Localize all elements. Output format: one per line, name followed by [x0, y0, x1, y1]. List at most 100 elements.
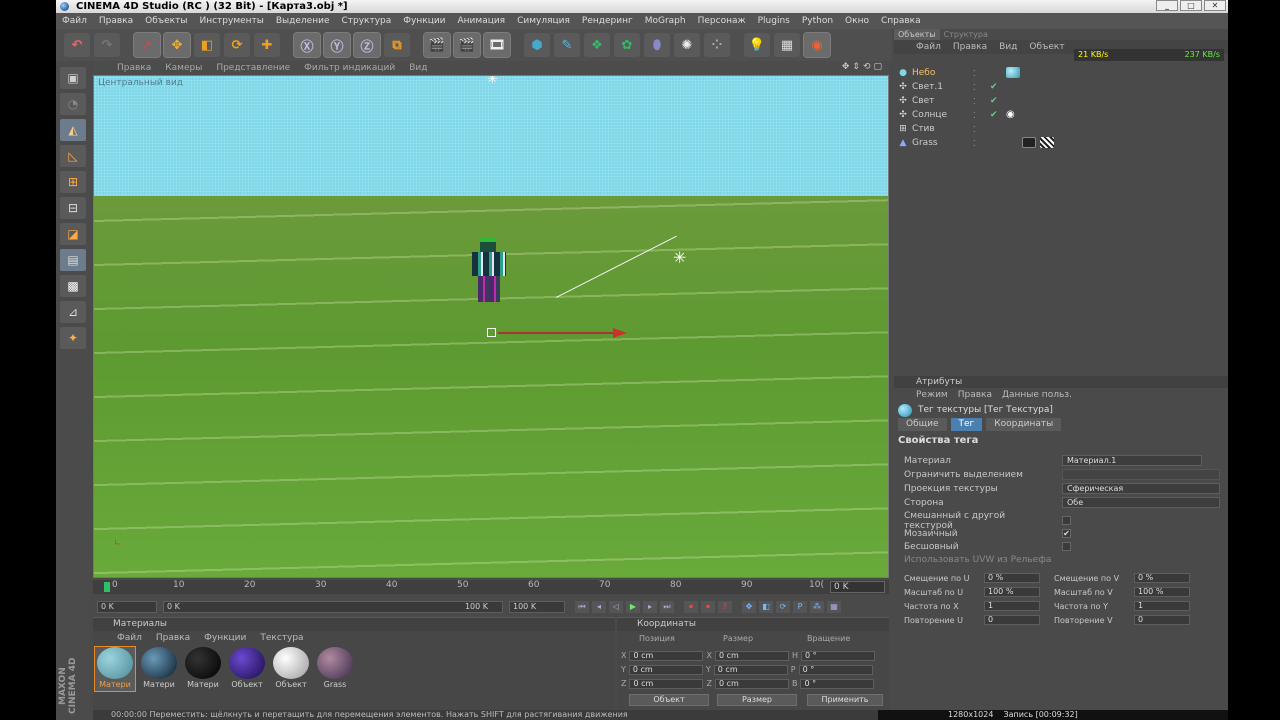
- menu-functions[interactable]: Функции: [403, 16, 445, 26]
- visibility-dots[interactable]: ⁚: [973, 125, 976, 134]
- deformer-icon[interactable]: ⬮: [644, 33, 670, 57]
- object-row-grass[interactable]: ▲ Grass ⁚: [894, 136, 1228, 150]
- menu-mograph[interactable]: MoGraph: [645, 16, 686, 26]
- material-link-field[interactable]: Материал.1: [1062, 455, 1202, 466]
- start-frame-field[interactable]: 0 K: [97, 601, 157, 613]
- workplane-icon[interactable]: ⊿: [60, 301, 86, 323]
- prev-key-button[interactable]: ◂: [592, 601, 606, 613]
- menu-character[interactable]: Персонаж: [698, 16, 746, 26]
- attr-menu-edit[interactable]: Правка: [958, 388, 992, 402]
- array-icon[interactable]: ✿: [614, 33, 640, 57]
- materials-menu-edit[interactable]: Правка: [156, 631, 190, 645]
- checkerboard-icon[interactable]: ▩: [60, 275, 86, 297]
- menu-render[interactable]: Рендеринг: [582, 16, 633, 26]
- position-x-field[interactable]: 0 cm: [629, 650, 704, 661]
- render-picture-viewer-icon[interactable]: 🎬: [453, 32, 481, 58]
- size-x-field[interactable]: 0 cm: [714, 650, 789, 661]
- grid-table-icon[interactable]: ▦: [774, 33, 800, 57]
- freq-x-field[interactable]: 1: [984, 601, 1040, 611]
- offset-u-field[interactable]: 0 %: [984, 573, 1040, 583]
- play-backward-button[interactable]: ◁: [609, 601, 623, 613]
- object-row-light[interactable]: ✣ Свет ⁚ ✔: [894, 94, 1228, 108]
- scale-key-icon[interactable]: ◧: [759, 601, 773, 613]
- offset-v-field[interactable]: 0 %: [1134, 573, 1190, 583]
- uvw-tag-icon[interactable]: [1040, 137, 1054, 148]
- material-swatch[interactable]: Объект: [271, 647, 311, 691]
- cube-icon[interactable]: ⬢: [524, 33, 550, 57]
- tab-coordinates[interactable]: Координаты: [986, 418, 1062, 431]
- material-swatch[interactable]: Матери: [94, 646, 136, 692]
- coordinate-mode-dropdown[interactable]: Объект: [629, 694, 709, 706]
- tab-basic[interactable]: Общие: [898, 418, 947, 431]
- rotate-tool-icon[interactable]: ⟳: [224, 33, 250, 57]
- redo-button[interactable]: ↷: [94, 33, 120, 57]
- object-origin-handle[interactable]: [487, 328, 496, 337]
- timeline-ruler[interactable]: 0 10 20 30 40 50 60 70 80 90 10( 0 K: [93, 580, 889, 594]
- steve-character-model[interactable]: [468, 236, 510, 306]
- object-mode-icon[interactable]: ◭: [60, 119, 86, 141]
- maximize-button[interactable]: □: [1180, 0, 1202, 11]
- menu-plugins[interactable]: Plugins: [758, 16, 790, 26]
- pla-key-icon[interactable]: ⁂: [810, 601, 824, 613]
- autokey-icon[interactable]: ⏺: [701, 601, 715, 613]
- visibility-dots[interactable]: ⁚: [973, 97, 976, 106]
- size-mode-dropdown[interactable]: Размер: [717, 694, 797, 706]
- render-sphere-icon[interactable]: ◉: [803, 32, 831, 58]
- minimize-button[interactable]: _: [1156, 0, 1178, 11]
- repeat-v-field[interactable]: 0: [1134, 615, 1190, 625]
- materials-menu-functions[interactable]: Функции: [204, 631, 246, 645]
- enabled-check-icon[interactable]: ✔: [990, 96, 998, 106]
- x-axis-lock-icon[interactable]: Ⓧ: [293, 32, 321, 58]
- light-gizmo-icon[interactable]: ✳: [487, 76, 498, 87]
- repeat-u-field[interactable]: 0: [984, 615, 1040, 625]
- model-mode-icon[interactable]: ◔: [60, 93, 86, 115]
- projection-dropdown[interactable]: Сферическая: [1062, 483, 1220, 494]
- objects-menu-edit[interactable]: Правка: [953, 40, 987, 54]
- coordinate-system-icon[interactable]: ⧉: [384, 33, 410, 57]
- nurbs-icon[interactable]: ❖: [584, 33, 610, 57]
- y-axis-lock-icon[interactable]: Ⓨ: [323, 32, 351, 58]
- objects-menu-file[interactable]: Файл: [916, 40, 941, 54]
- edges-mode-icon[interactable]: ⊟: [60, 197, 86, 219]
- texture-tag-icon[interactable]: [1006, 67, 1020, 78]
- objects-menu-object[interactable]: Объект: [1029, 40, 1064, 54]
- snap-icon[interactable]: ✦: [60, 327, 86, 349]
- points-mode-icon[interactable]: ⊞: [60, 171, 86, 193]
- objects-menu-view[interactable]: Вид: [999, 40, 1017, 54]
- menu-edit[interactable]: Правка: [99, 16, 133, 26]
- material-swatch[interactable]: Матери: [139, 647, 179, 691]
- object-row-sky[interactable]: ● Небо ⁚: [894, 66, 1228, 80]
- viewport-menu-display[interactable]: Представление: [216, 63, 290, 73]
- object-row-light1[interactable]: ✣ Свет.1 ⁚ ✔: [894, 80, 1228, 94]
- texture-mode-icon[interactable]: ◺: [60, 145, 86, 167]
- keyframe-selection-icon[interactable]: ?: [718, 601, 732, 613]
- seamless-checkbox[interactable]: [1062, 542, 1071, 551]
- apply-button[interactable]: Применить: [807, 694, 883, 706]
- material-swatch[interactable]: Матери: [183, 647, 223, 691]
- playhead-slider[interactable]: [104, 582, 110, 592]
- current-frame-field[interactable]: 0 K: [830, 581, 885, 593]
- rotation-b-field[interactable]: 0 °: [800, 678, 875, 689]
- menu-file[interactable]: Файл: [62, 16, 87, 26]
- menu-simulation[interactable]: Симуляция: [517, 16, 570, 26]
- materials-menu-texture[interactable]: Текстура: [260, 631, 303, 645]
- viewport-menu-view[interactable]: Вид: [409, 63, 427, 73]
- tab-objects[interactable]: Объекты: [894, 29, 940, 40]
- z-axis-lock-icon[interactable]: Ⓩ: [353, 32, 381, 58]
- close-button[interactable]: ✕: [1204, 0, 1226, 11]
- timeline-settings-icon[interactable]: ▦: [827, 601, 841, 613]
- light-bulb-icon[interactable]: 💡: [744, 33, 770, 57]
- position-z-field[interactable]: 0 cm: [629, 678, 704, 689]
- scale-v-field[interactable]: 100 %: [1134, 587, 1190, 597]
- particles-icon[interactable]: ⁘: [704, 33, 730, 57]
- rotation-key-icon[interactable]: ⟳: [776, 601, 790, 613]
- material-swatch[interactable]: Grass: [315, 647, 355, 691]
- object-row-steve[interactable]: ⊞ Стив ⁚: [894, 122, 1228, 136]
- menu-python[interactable]: Python: [802, 16, 833, 26]
- go-to-end-button[interactable]: ⏭: [660, 601, 674, 613]
- record-keys-icon[interactable]: ⏺: [684, 601, 698, 613]
- range-slider[interactable]: 0 K 100 K: [163, 601, 503, 613]
- x-axis-handle[interactable]: [498, 328, 627, 338]
- polygons-mode-icon[interactable]: ◪: [60, 223, 86, 245]
- viewport-menu-filter[interactable]: Фильтр индикаций: [304, 63, 395, 73]
